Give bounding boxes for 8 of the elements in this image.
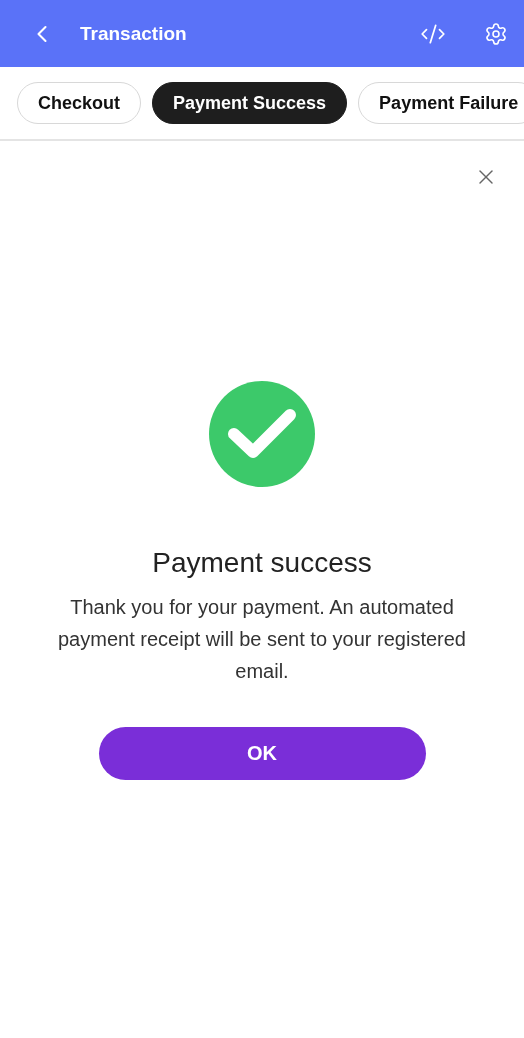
- dialog-message: Thank you for your payment. An automated payment receipt will be sent to your registered email.: [57, 595, 467, 684]
- dialog-title: Payment success: [152, 546, 372, 580]
- settings-icon[interactable]: [484, 21, 508, 46]
- header-title: Transaction: [80, 22, 188, 45]
- tab[interactable]: Checkout: [17, 82, 141, 124]
- tab[interactable]: Payment Success: [152, 82, 348, 124]
- ok-button[interactable]: OK: [98, 727, 426, 780]
- tab[interactable]: Payment Failure: [358, 82, 524, 124]
